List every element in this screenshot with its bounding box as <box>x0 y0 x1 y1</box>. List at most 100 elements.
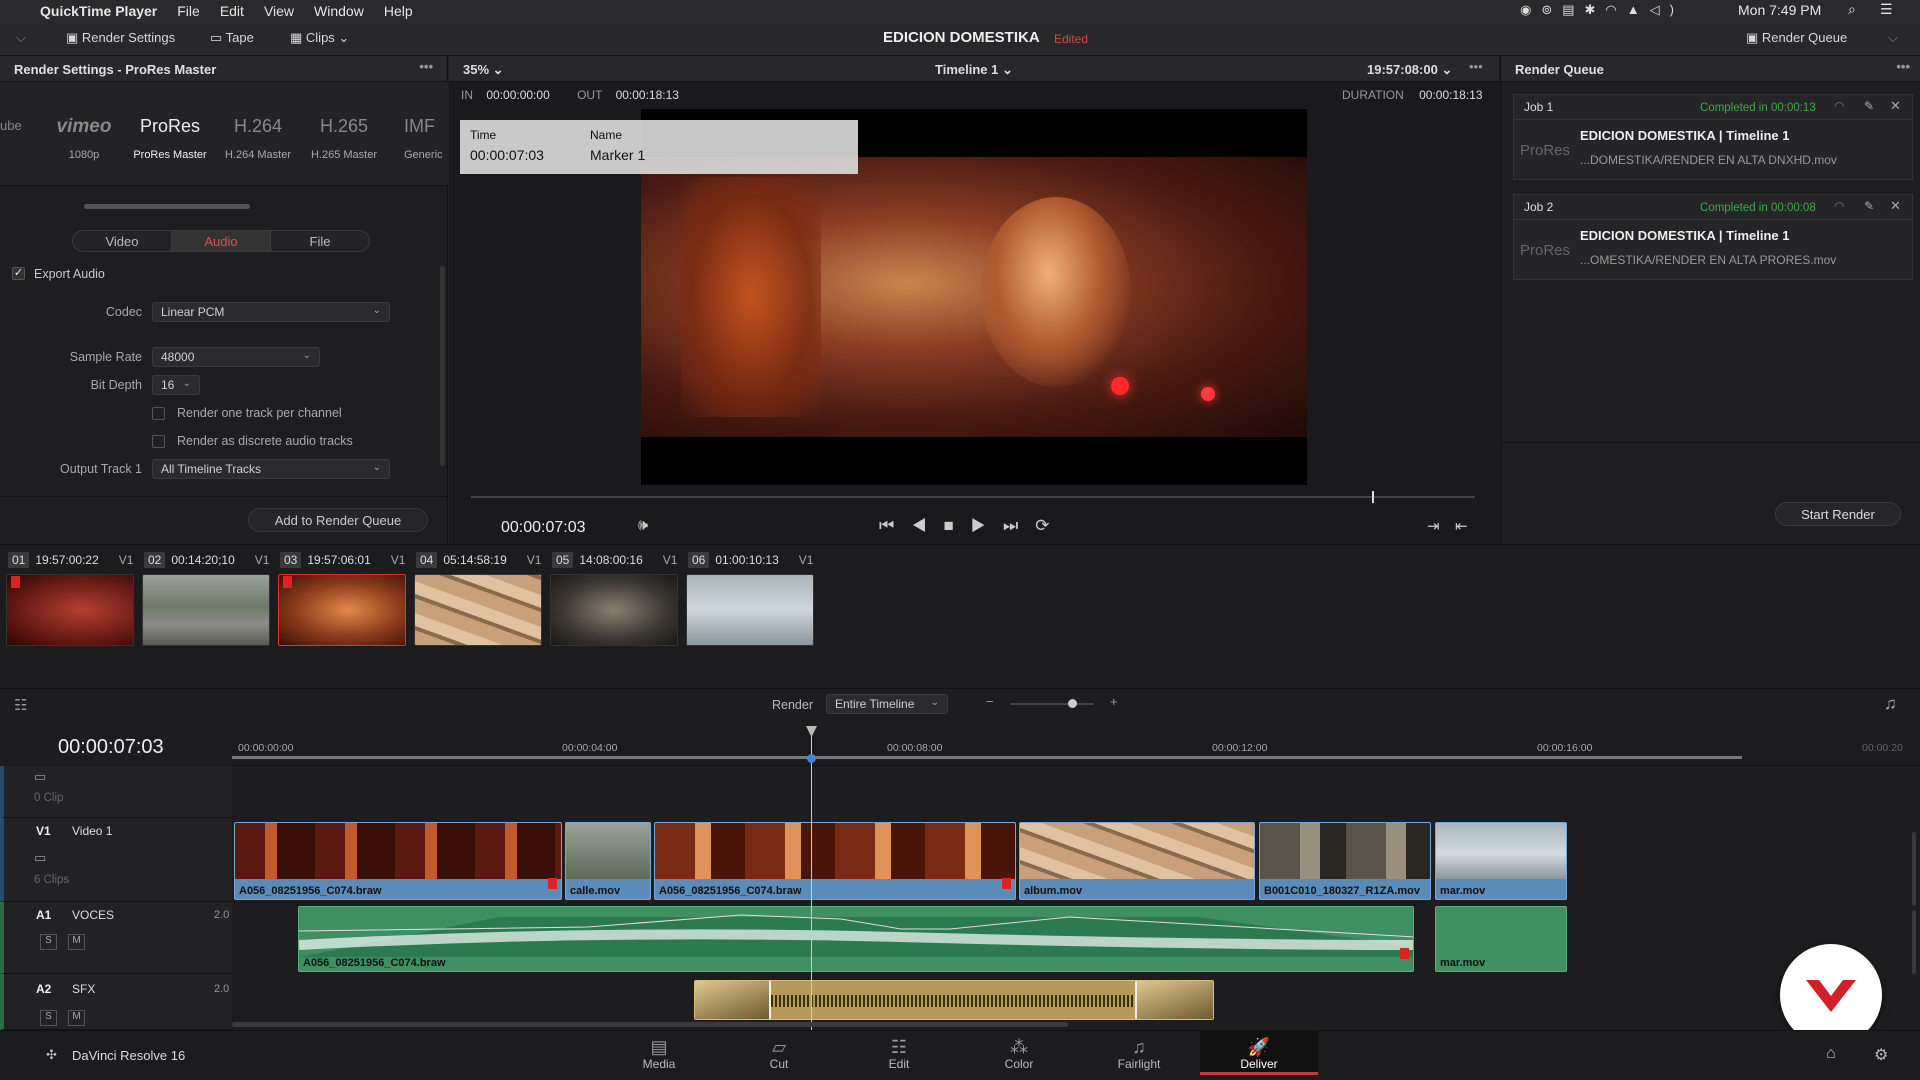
tab-file[interactable]: File <box>271 231 369 251</box>
stop-icon[interactable]: ■ <box>943 516 970 535</box>
more-options-icon[interactable]: ••• <box>419 59 433 74</box>
page-media[interactable]: ▤ Media <box>600 1037 718 1071</box>
menu-file[interactable]: File <box>177 3 200 19</box>
render-job[interactable]: Job 1 Completed in 00:00:13 ◠ ✎ ✕ ProRes… <box>1513 94 1913 180</box>
codec-dropdown[interactable]: Linear PCM ⌄ <box>152 302 390 322</box>
preset-prores[interactable]: ProRes ProRes Master <box>128 116 212 161</box>
playhead-marker[interactable] <box>807 754 816 763</box>
menu-edit[interactable]: Edit <box>220 3 244 19</box>
zoom-out-icon[interactable]: − <box>986 694 994 709</box>
settings-scrollbar[interactable] <box>440 266 445 466</box>
track-name[interactable]: VOCES <box>72 908 114 922</box>
preset-vimeo[interactable]: vimeo 1080p <box>44 116 124 161</box>
viewer-options-icon[interactable]: ••• <box>1469 59 1483 74</box>
tab-audio[interactable]: Audio <box>171 231 271 251</box>
one-track-checkbox[interactable] <box>152 407 165 420</box>
zoom-dropdown[interactable]: 35% ⌄ <box>463 62 504 78</box>
solo-button[interactable]: S <box>40 934 57 950</box>
menu-view[interactable]: View <box>264 3 294 19</box>
next-edit-icon[interactable]: ⇥ <box>1427 517 1440 535</box>
home-icon[interactable]: ⌂ <box>1826 1045 1836 1063</box>
notification-icon[interactable]: ☰ <box>1880 1 1893 18</box>
preset-h265[interactable]: H.265 H.265 Master <box>302 116 386 161</box>
render-queue-button[interactable]: ▣ Render Queue <box>1746 30 1847 46</box>
track-name[interactable]: SFX <box>72 982 95 996</box>
page-edit[interactable]: ☷ Edit <box>840 1037 958 1071</box>
timeline-clip[interactable]: A056_08251956_C074.braw <box>654 822 1016 900</box>
bit-depth-dropdown[interactable]: 16 ⌄ <box>152 375 200 395</box>
timeline-scrollbar[interactable] <box>232 1022 1068 1027</box>
play-icon[interactable]: ▶ <box>971 516 1003 535</box>
render-job[interactable]: Job 2 Completed in 00:00:08 ◠ ✎ ✕ ProRes… <box>1513 194 1913 280</box>
source-timecode[interactable]: 19:57:08:00 ⌄ <box>1367 62 1452 78</box>
track-name[interactable]: Video 1 <box>72 824 112 838</box>
zoom-slider[interactable] <box>1010 703 1094 705</box>
timeline-ruler[interactable] <box>232 728 1920 766</box>
output-track-dropdown[interactable]: All Timeline Tracks ⌄ <box>152 459 390 479</box>
preset-imf[interactable]: IMF Generic <box>404 116 448 161</box>
loop-icon[interactable]: ⟳ <box>1035 516 1066 535</box>
clips-button[interactable]: ▦ Clips ⌄ <box>290 30 349 46</box>
prev-edit-icon[interactable]: ⇤ <box>1455 517 1468 535</box>
clock[interactable]: Mon 7:49 PM <box>1738 2 1821 18</box>
settings-gear-icon[interactable]: ⚙ <box>1874 1045 1888 1065</box>
timeline-playhead[interactable] <box>811 728 812 1030</box>
spotlight-icon[interactable]: ⌕ <box>1848 1 1856 18</box>
delete-job-icon[interactable]: ✕ <box>1890 98 1901 114</box>
volume-icon[interactable]: 🕪 <box>638 517 648 535</box>
menu-help[interactable]: Help <box>384 3 413 19</box>
scrubber-playhead[interactable] <box>1371 491 1374 503</box>
go-to-end-icon[interactable]: ⏭ <box>1003 516 1035 535</box>
zoom-in-icon[interactable]: + <box>1110 694 1118 709</box>
timeline-clip[interactable]: mar.mov <box>1435 822 1567 900</box>
audio-meter-icon[interactable]: ♫ <box>1884 694 1897 714</box>
timeline-clip[interactable]: B001C010_180327_R1ZA.mov <box>1259 822 1431 900</box>
tape-button[interactable]: ▭ Tape <box>210 30 254 46</box>
clip-thumbnail[interactable] <box>686 574 814 646</box>
menu-window[interactable]: Window <box>314 3 364 19</box>
page-cut[interactable]: ▱ Cut <box>720 1037 838 1071</box>
render-settings-button[interactable]: ▣ Render Settings <box>66 30 175 46</box>
timeline-dropdown[interactable]: Timeline 1 ⌄ <box>935 62 1013 78</box>
play-reverse-icon[interactable]: ◀ <box>911 516 943 535</box>
start-render-button[interactable]: Start Render <box>1775 502 1901 526</box>
timeline-view-icon[interactable]: ☷ <box>14 696 27 714</box>
solo-button[interactable]: S <box>40 1010 57 1026</box>
timeline-clip[interactable]: album.mov <box>1019 822 1255 900</box>
audio-clip[interactable]: A056_08251956_C074.braw <box>298 906 1414 972</box>
edit-job-icon[interactable]: ✎ <box>1864 99 1874 113</box>
zoom-slider-handle[interactable] <box>1068 699 1077 708</box>
export-audio-checkbox[interactable]: ✓ <box>12 267 25 280</box>
edit-job-icon[interactable]: ✎ <box>1864 199 1874 213</box>
status-icons[interactable]: ◉⊚▤✱◠▲◁) <box>1520 2 1684 18</box>
add-to-render-queue-button[interactable]: Add to Render Queue <box>248 508 428 532</box>
presets-scrollbar[interactable] <box>84 204 250 209</box>
mute-button[interactable]: M <box>68 1010 85 1026</box>
scrubber-bar[interactable] <box>471 496 1475 498</box>
clip-thumbnail[interactable] <box>142 574 270 646</box>
page-fairlight[interactable]: ♫ Fairlight <box>1080 1037 1198 1071</box>
discrete-tracks-checkbox[interactable] <box>152 435 165 448</box>
timeline-clip[interactable]: A056_08251956_C074.braw <box>234 822 562 900</box>
audio-tracks-scrollbar[interactable] <box>1912 910 1916 974</box>
preset-h264[interactable]: H.264 H.264 Master <box>216 116 300 161</box>
video-tracks-scrollbar[interactable] <box>1912 832 1916 906</box>
sample-rate-dropdown[interactable]: 48000 ⌄ <box>152 347 320 367</box>
clip-thumbnail[interactable] <box>278 574 406 646</box>
page-color[interactable]: ⁂ Color <box>960 1037 1078 1071</box>
preset-partial[interactable]: ube <box>0 118 22 133</box>
track-monitor-icon[interactable]: ▭ <box>34 850 46 866</box>
audio-clip[interactable]: mar.mov <box>1435 906 1567 972</box>
page-deliver[interactable]: 🚀 Deliver <box>1200 1031 1318 1075</box>
sfx-clip[interactable] <box>694 980 1214 1020</box>
go-to-start-icon[interactable]: ⏮ <box>879 516 911 535</box>
tab-video[interactable]: Video <box>73 231 171 251</box>
in-out-range-bar[interactable] <box>232 756 1742 759</box>
mute-button[interactable]: M <box>68 934 85 950</box>
delete-job-icon[interactable]: ✕ <box>1890 198 1901 214</box>
track-monitor-icon[interactable]: ▭ <box>34 769 46 785</box>
clip-thumbnail[interactable] <box>414 574 542 646</box>
render-range-dropdown[interactable]: Entire Timeline ⌄ <box>826 694 948 714</box>
collapse-icon[interactable]: ⌵ <box>16 30 26 46</box>
queue-options-icon[interactable]: ••• <box>1896 59 1910 74</box>
